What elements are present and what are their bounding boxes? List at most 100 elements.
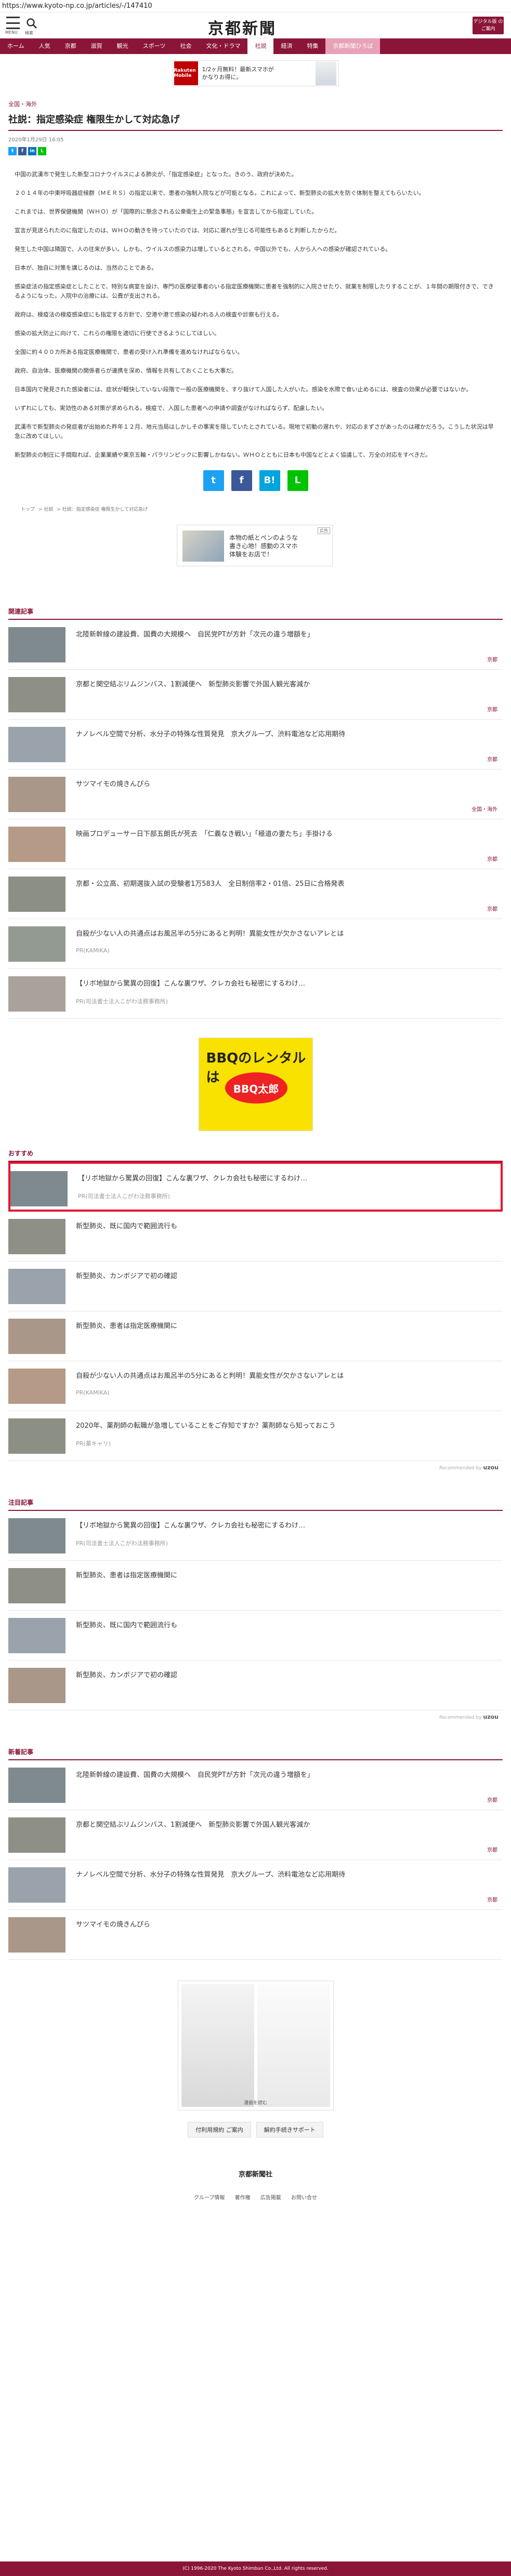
list-item[interactable]: 北陸新幹線の建設費、国費の大規模へ 自民党PTが方針「次元の違う増額を」 京都 <box>8 620 503 670</box>
list-item[interactable]: 自殺が少ない人の共通点はお風呂半の5分にあると判明！異能女性が欠かさないアレとは… <box>8 1361 503 1411</box>
article-paragraph: 日本国内で発見された感染者には、症状が軽快していない段階で一般の医療機関を、すり… <box>15 386 472 393</box>
list-item[interactable]: 新型肺炎、既に国内で範囲流行も <box>8 1611 503 1661</box>
list-item[interactable]: 新型肺炎、患者は指定医療機関に <box>8 1311 503 1361</box>
footer-link[interactable]: お問い合せ <box>291 2195 317 2201</box>
list-item-title: ナノレベル空間で分析、水分子の特殊な性質発見 京大グループ、渋料電池など応用期待 <box>76 731 346 738</box>
nav-item[interactable]: 京都新聞ひろば <box>325 38 381 54</box>
list-item-title: 【リボ地獄から驚異の回復】こんな裏ワザ、クレカ会社も秘密にするわけ… <box>76 1522 306 1530</box>
sponsor-label: PR(薬キャリ) <box>76 1440 111 1447</box>
article-thumbnail <box>8 1319 65 1354</box>
article-paragraph: 感染の拡大防止に向けて、これらの権限を適切に行使できるようにしてほしい。 <box>15 330 220 337</box>
article-thumbnail <box>8 976 65 1012</box>
article-paragraph: 中国の武漢市で発生した新型コロナウイルスによる肺炎が、「指定感染症」となった。き… <box>15 171 297 178</box>
linkedin-share-icon[interactable]: in <box>28 147 36 155</box>
footer-link[interactable]: 広告掲載 <box>260 2195 281 2201</box>
page: https://www.kyoto-np.co.jp/articles/-/14… <box>0 0 511 2576</box>
digital-edition-button[interactable]: デジタル版 のご案内 <box>473 17 504 34</box>
cancel-support-button[interactable]: 解約手続きサポート <box>256 2122 323 2137</box>
article-category[interactable]: 全国・海外 <box>8 100 511 108</box>
nav-item[interactable]: 人気 <box>32 38 58 54</box>
share-bar-large: t f B! L <box>0 470 511 491</box>
nav-item[interactable]: 社会 <box>173 38 199 54</box>
breadcrumb-item[interactable]: トップ <box>21 507 35 512</box>
notable-list: 【リボ地獄から驚異の回復】こんな裏ワザ、クレカ会社も秘密にするわけ… PR(司法書… <box>8 1511 503 1710</box>
list-item[interactable]: ナノレベル空間で分析、水分子の特殊な性質発見 京大グループ、渋料電池など応用期待… <box>8 1860 503 1910</box>
list-item[interactable]: 新型肺炎、患者は指定医療機関に <box>8 1561 503 1611</box>
bbq-ad[interactable]: BBQのレンタルは BBQ太郎 <box>198 1038 313 1131</box>
list-item[interactable]: 映画プロデューサー日下部五朗氏が死去 「仁義なき戦い」「極道の妻たち」手掛ける京… <box>8 819 503 869</box>
nav-item[interactable]: 文化・ドラマ <box>199 38 247 54</box>
nav-item[interactable]: 京都 <box>58 38 84 54</box>
list-item[interactable]: 京都・公立高、初期選抜入試の受験者1万583人 全日制倍率2・01倍、25日に合… <box>8 869 503 919</box>
ad-label: 広告 <box>318 527 330 534</box>
sponsor-label: PR(KAMIKA) <box>76 947 110 954</box>
list-item[interactable]: サツマイモの焼きんぴら <box>8 1910 503 1960</box>
nav-item[interactable]: 経済 <box>273 38 299 54</box>
search-icon[interactable] <box>26 18 37 29</box>
breadcrumb-item: 社説：指定感染症 権限生かして対応急げ <box>62 507 148 512</box>
mid-ad-banner[interactable]: 本物の紙とペンのような 書き心地！感動のスマホ 体験をお店で！ 広告 <box>177 525 333 566</box>
nav-item[interactable]: スポーツ <box>136 38 173 54</box>
nav-item[interactable]: ホーム <box>0 38 32 54</box>
manga-ad[interactable]: 漫画を読む <box>177 1981 334 2110</box>
list-item[interactable]: 【リボ地獄から驚異の回復】こんな裏ワザ、クレカ会社も秘密にするわけ… PR(司法書… <box>8 1511 503 1561</box>
list-item[interactable]: 新型肺炎、カンボジアで初の確認 <box>8 1262 503 1311</box>
list-item[interactable]: サツマイモの焼きんぴら 全国・海外 <box>8 769 503 819</box>
list-item-title: 2020年、薬剤師の転職が急増していることをご存知ですか？薬剤師なら知っておこう <box>76 1422 336 1430</box>
list-item[interactable]: 京都と関空結ぶリムジンバス、1割減便へ 新型肺炎影響で外国人観光客減か 京都 <box>8 670 503 720</box>
url-bar[interactable]: https://www.kyoto-np.co.jp/articles/-/14… <box>0 0 511 12</box>
category-tag: 京都 <box>487 857 497 862</box>
nav-item[interactable]: 社説 <box>247 38 274 54</box>
facebook-share-icon[interactable]: f <box>18 147 27 155</box>
list-item[interactable]: 北陸新幹線の建設費、国費の大規模へ 自民党PTが方針「次元の違う増額を」 京都 <box>8 1760 503 1810</box>
list-item-title: 新型肺炎、カンボジアで初の確認 <box>76 1671 178 1679</box>
menu-icon[interactable] <box>6 17 20 29</box>
category-tag: 京都 <box>487 907 497 912</box>
nav-item[interactable]: 特集 <box>299 38 325 54</box>
related-heading: 関連記事 <box>8 604 503 620</box>
list-item[interactable]: 新型肺炎、カンボジアで初の確認 <box>8 1661 503 1710</box>
twitter-share-icon[interactable]: t <box>8 147 17 155</box>
list-item[interactable]: 【リボ地獄から驚異の回復】こんな裏ワザ、クレカ会社も秘密にするわけ… PR(司法書… <box>8 969 503 1019</box>
site-logo[interactable]: 京都新聞 <box>208 16 277 38</box>
footer-link[interactable]: グループ情報 <box>194 2195 225 2201</box>
footer-logo[interactable]: 京都新聞社 <box>0 2169 511 2179</box>
article-thumbnail <box>8 1867 65 1903</box>
list-item-title: 新型肺炎、患者は指定医療機関に <box>76 1322 178 1330</box>
article-paragraph: ２０１４年の中東呼吸器症候群（ＭＥＲＳ）の指定以来で、患者の強制入院などが可能と… <box>15 190 425 196</box>
list-item[interactable]: 京都と関空結ぶリムジンバス、1割減便へ 新型肺炎影響で外国人観光客減か 京都 <box>8 1810 503 1860</box>
hatena-bookmark-icon[interactable]: B! <box>259 470 280 491</box>
category-tag: 京都 <box>487 757 497 763</box>
list-item[interactable]: 新型肺炎、既に国内で範囲流行も <box>8 1212 503 1262</box>
line-share-icon[interactable]: L <box>38 147 46 155</box>
list-item-title: 新型肺炎、既に国内で範囲流行も <box>76 1622 178 1629</box>
facebook-share-icon[interactable]: f <box>231 470 252 491</box>
list-item[interactable]: ナノレベル空間で分析、水分子の特殊な性質発見 京大グループ、渋料電池など応用期待… <box>8 720 503 769</box>
list-item-title: ナノレベル空間で分析、水分子の特殊な性質発見 京大グループ、渋料電池など応用期待 <box>76 1871 346 1879</box>
site-header: MENU 検索 京都新聞 デジタル版 のご案内 <box>0 12 511 38</box>
line-share-icon[interactable]: L <box>287 470 308 491</box>
recommend-list: 【リボ地獄から驚異の回復】こんな裏ワザ、クレカ会社も秘密にするわけ… PR(司法書… <box>8 1162 503 1461</box>
article-paragraph: 日本が、独自に対策を講じるのは、当然のことである。 <box>15 264 158 271</box>
twitter-share-icon[interactable]: t <box>203 470 224 491</box>
list-item-title: 自殺が少ない人の共通点はお風呂半の5分にあると判明！異能女性が欠かさないアレとは <box>76 1372 344 1380</box>
top-ad-banner[interactable]: Rakuten Mobile 1/2ヶ月無料！最新スマホが かなりお得に。 <box>172 60 339 86</box>
list-item[interactable]: 2020年、薬剤師の転職が急増していることをご存知ですか？薬剤師なら知っておこう… <box>8 1411 503 1461</box>
article-thumbnail <box>8 1768 65 1803</box>
related-list: 北陸新幹線の建設費、国費の大規模へ 自民党PTが方針「次元の違う増額を」 京都 京都… <box>8 620 503 1019</box>
notable-credit: Recommended by uzou <box>439 1714 499 1720</box>
list-item[interactable]: 自殺が少ない人の共通点はお風呂半の5分にあると判明！異能女性が欠かさないアレとは… <box>8 919 503 969</box>
breadcrumb-item[interactable]: 社説 <box>44 507 53 512</box>
footer-link[interactable]: 著作権 <box>235 2195 251 2201</box>
terms-button[interactable]: 付利用規約 ご案内 <box>188 2122 251 2137</box>
nav-item[interactable]: 滋賀 <box>84 38 110 54</box>
article-thumbnail <box>8 1269 65 1304</box>
list-item-title: 映画プロデューサー日下部五朗氏が死去 「仁義なき戦い」「極道の妻たち」手掛ける <box>76 830 333 838</box>
list-item[interactable]: 【リボ地獄から驚異の回復】こんな裏ワザ、クレカ会社も秘密にするわけ… PR(司法書… <box>8 1162 503 1212</box>
article-paragraph: 政府、自治体、医療機関の関係者らが連携を深め、情報を共有しておくことも大事だ。 <box>15 367 238 374</box>
manga-image <box>181 1984 254 2107</box>
latest-heading: 新着記事 <box>8 1744 503 1760</box>
list-item-title: サツマイモの焼きんぴら <box>76 780 151 788</box>
article-thumbnail <box>8 727 65 762</box>
nav-item[interactable]: 観光 <box>110 38 136 54</box>
